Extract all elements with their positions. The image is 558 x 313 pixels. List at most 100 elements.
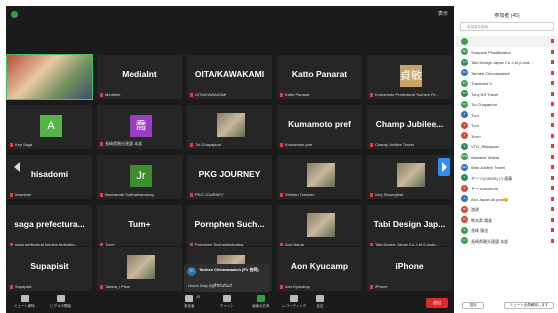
participant-avatar: N	[461, 216, 468, 223]
video-tile[interactable]	[6, 54, 93, 100]
participant-row[interactable]: TN Tony NS Travel	[456, 89, 558, 100]
video-tile[interactable]: A Key Saga	[6, 104, 93, 150]
tile-name-label: PKG JOURNEY	[190, 192, 269, 197]
participant-search-input[interactable]: 参加者を検索	[460, 22, 554, 31]
participant-name: Aso Japan all post😊	[471, 196, 509, 202]
participant-row[interactable]: SP Sunparin Phuditkrabut	[456, 47, 558, 58]
tile-name-label: Kumamoto Prefectural Tourism Fe...	[370, 92, 449, 97]
video-tile[interactable]: Jr Nontawuth Sutthathamrong	[96, 154, 183, 200]
participant-row[interactable]: TD Tabi Design Japan Co.,Ltd (Lond...	[456, 57, 558, 68]
video-tile[interactable]: Pornphen Such... Pornphen Sucharitkulpatp…	[186, 204, 273, 250]
chat-notification[interactable]: TC Tarinee Chinnawasich (P1 合同) Home Sta…	[184, 264, 270, 292]
tile-label-text: iPhone	[375, 284, 388, 289]
tile-display-name: Katto Panarat	[291, 69, 348, 79]
chat-button[interactable]: チャット	[220, 295, 234, 309]
toolbar-label: チャット	[220, 304, 234, 308]
muted-mic-icon	[551, 123, 554, 127]
video-tile[interactable]: Katto Panarat Katto Panarat	[276, 54, 363, 100]
participant-row[interactable]: N 熊本県 陽星	[456, 215, 558, 226]
participant-row[interactable]: WW Wanalee Waiha	[456, 152, 558, 163]
tile-label-text: Nontawuth Sutthathamrong	[105, 192, 154, 197]
share-icon	[256, 295, 265, 302]
participant-row[interactable]: F ドー manunuru	[456, 183, 558, 194]
participant-row[interactable]: A Aso Japan all post😊	[456, 194, 558, 205]
video-tile[interactable]: Champ Jubilee... Champ Jubilee Travel	[366, 104, 453, 150]
view-button[interactable]: 表示	[438, 10, 448, 17]
toast-sender: Tarinee Chinnawasich (P1 合同)	[199, 267, 259, 272]
video-tile[interactable]: Aon Narue	[276, 204, 363, 250]
video-tile[interactable]: Tatana_i Piwe	[96, 246, 183, 292]
participant-row[interactable]: TC Tui Chayaphat	[456, 99, 558, 110]
video-tile[interactable]: OITA/KAWAKAMI OITA/KAWAKAMI	[186, 54, 273, 100]
participant-row[interactable]: WJ Wan Jubilee Travel	[456, 162, 558, 173]
participant-avatar	[461, 37, 468, 45]
participant-name: Sunparin Phuditkrabut	[471, 49, 511, 55]
participant-row[interactable]: Y ヤーソ(OASIS) 川 遠藤	[456, 173, 558, 184]
next-page-arrow-icon[interactable]	[438, 158, 450, 176]
toolbar-label: 反応	[316, 304, 324, 308]
video-tile[interactable]: Tui Chayaphat	[186, 104, 273, 150]
video-tile[interactable]: PKG JOURNEY PKG JOURNEY	[186, 154, 273, 200]
participant-row[interactable]: TC Tarinee Chinnawasich	[456, 68, 558, 79]
participant-name: Tabi Design Japan Co.,Ltd (Lond...	[471, 60, 533, 65]
participant-row[interactable]: W 渡邊	[456, 204, 558, 215]
invite-button[interactable]: 招待	[462, 302, 484, 309]
participant-row[interactable]: T Tum	[456, 110, 558, 121]
tile-display-name: Aon Kyucamp	[290, 261, 349, 271]
video-tile[interactable]: 喬長崎県観光連盟 本部	[96, 104, 183, 150]
tile-label-text: Tui Chayaphat	[195, 142, 221, 147]
reactions-button[interactable]: 反応	[316, 295, 324, 309]
mute-all-button[interactable]: ミュート全員解除します	[504, 302, 554, 309]
participant-name: Wanalee Waiha	[471, 154, 499, 160]
muted-mic-icon	[551, 60, 554, 64]
video-tile[interactable]: Kumamoto pref Kumamoto pref	[276, 104, 363, 150]
participant-row[interactable]: T Tum	[456, 120, 558, 131]
tile-video-image	[127, 255, 155, 279]
unmute-button[interactable]: ミュート解除	[14, 295, 35, 309]
video-tile[interactable]: Shimbo Traveler	[276, 154, 363, 200]
participant-row[interactable]: V VTG_Rikkaporn	[456, 141, 558, 152]
participant-row[interactable]: N 長崎県観光連盟 本部	[456, 236, 558, 247]
participant-avatar: S	[461, 226, 468, 234]
record-button[interactable]: レコーディング	[282, 295, 306, 309]
participant-row[interactable]	[456, 36, 558, 47]
muted-mic-icon	[190, 142, 193, 147]
share-screen-button[interactable]: 画面の共有	[252, 295, 270, 309]
participant-avatar: WJ	[461, 163, 468, 171]
participant-row[interactable]: T Tum+	[456, 131, 558, 142]
security-shield-icon[interactable]	[11, 11, 18, 18]
tile-name-label: Shimbo Traveler	[280, 192, 359, 197]
tile-name-label: iPhone	[370, 284, 449, 289]
tile-label-text: OITA/KAWAKAMI	[195, 92, 227, 97]
start-video-button[interactable]: ビデオの開始	[50, 295, 71, 309]
tile-name-label: Champ Jubilee Travel	[370, 142, 449, 147]
video-tile[interactable]: hisadomi hisadomi	[6, 154, 93, 200]
prev-page-arrow-icon[interactable]	[14, 162, 20, 172]
video-tile[interactable]: Tabi Design Jap... Tabi Design Japan Co.,…	[366, 204, 453, 250]
top-bar: 表示	[6, 6, 454, 52]
participants-icon	[185, 295, 194, 302]
participant-row[interactable]: S 長崎 慎也	[456, 225, 558, 236]
tile-name-label: Tatana_i Piwe	[100, 284, 179, 289]
video-tile[interactable]: iPhone iPhone	[366, 246, 453, 292]
tile-display-name: saga prefectura...	[14, 219, 85, 229]
video-tile[interactable]: Tum+ Tum+	[96, 204, 183, 250]
video-tile[interactable]: MediaInt MediaInt	[96, 54, 183, 100]
video-tile[interactable]: 貞敏 Kumamoto Prefectural Tourism Fe...	[366, 54, 453, 100]
leave-button[interactable]: 退出	[426, 298, 448, 308]
muted-mic-icon	[370, 192, 373, 197]
participant-name: 渡邊	[471, 207, 479, 212]
panel-title: 参加者 (45)	[494, 13, 520, 19]
muted-mic-icon	[551, 144, 554, 148]
toast-avatar: TC	[187, 267, 196, 276]
participants-button[interactable]: 参加者	[184, 295, 195, 309]
participant-row[interactable]: TV Thanichai V.	[456, 78, 558, 89]
video-tile[interactable]: Aon Kyucamp Aon Kyucamp	[276, 246, 363, 292]
participant-avatar: TV	[461, 79, 468, 87]
tile-name-label: Supapisit	[10, 284, 89, 289]
tile-display-name: PKG JOURNEY	[198, 169, 261, 179]
video-tile[interactable]: saga prefectura... saga prefectural touri…	[6, 204, 93, 250]
tile-name-label: OITA/KAWAKAMI	[190, 92, 269, 97]
video-tile[interactable]: Supapisit Supapisit	[6, 246, 93, 292]
muted-mic-icon	[551, 217, 554, 222]
